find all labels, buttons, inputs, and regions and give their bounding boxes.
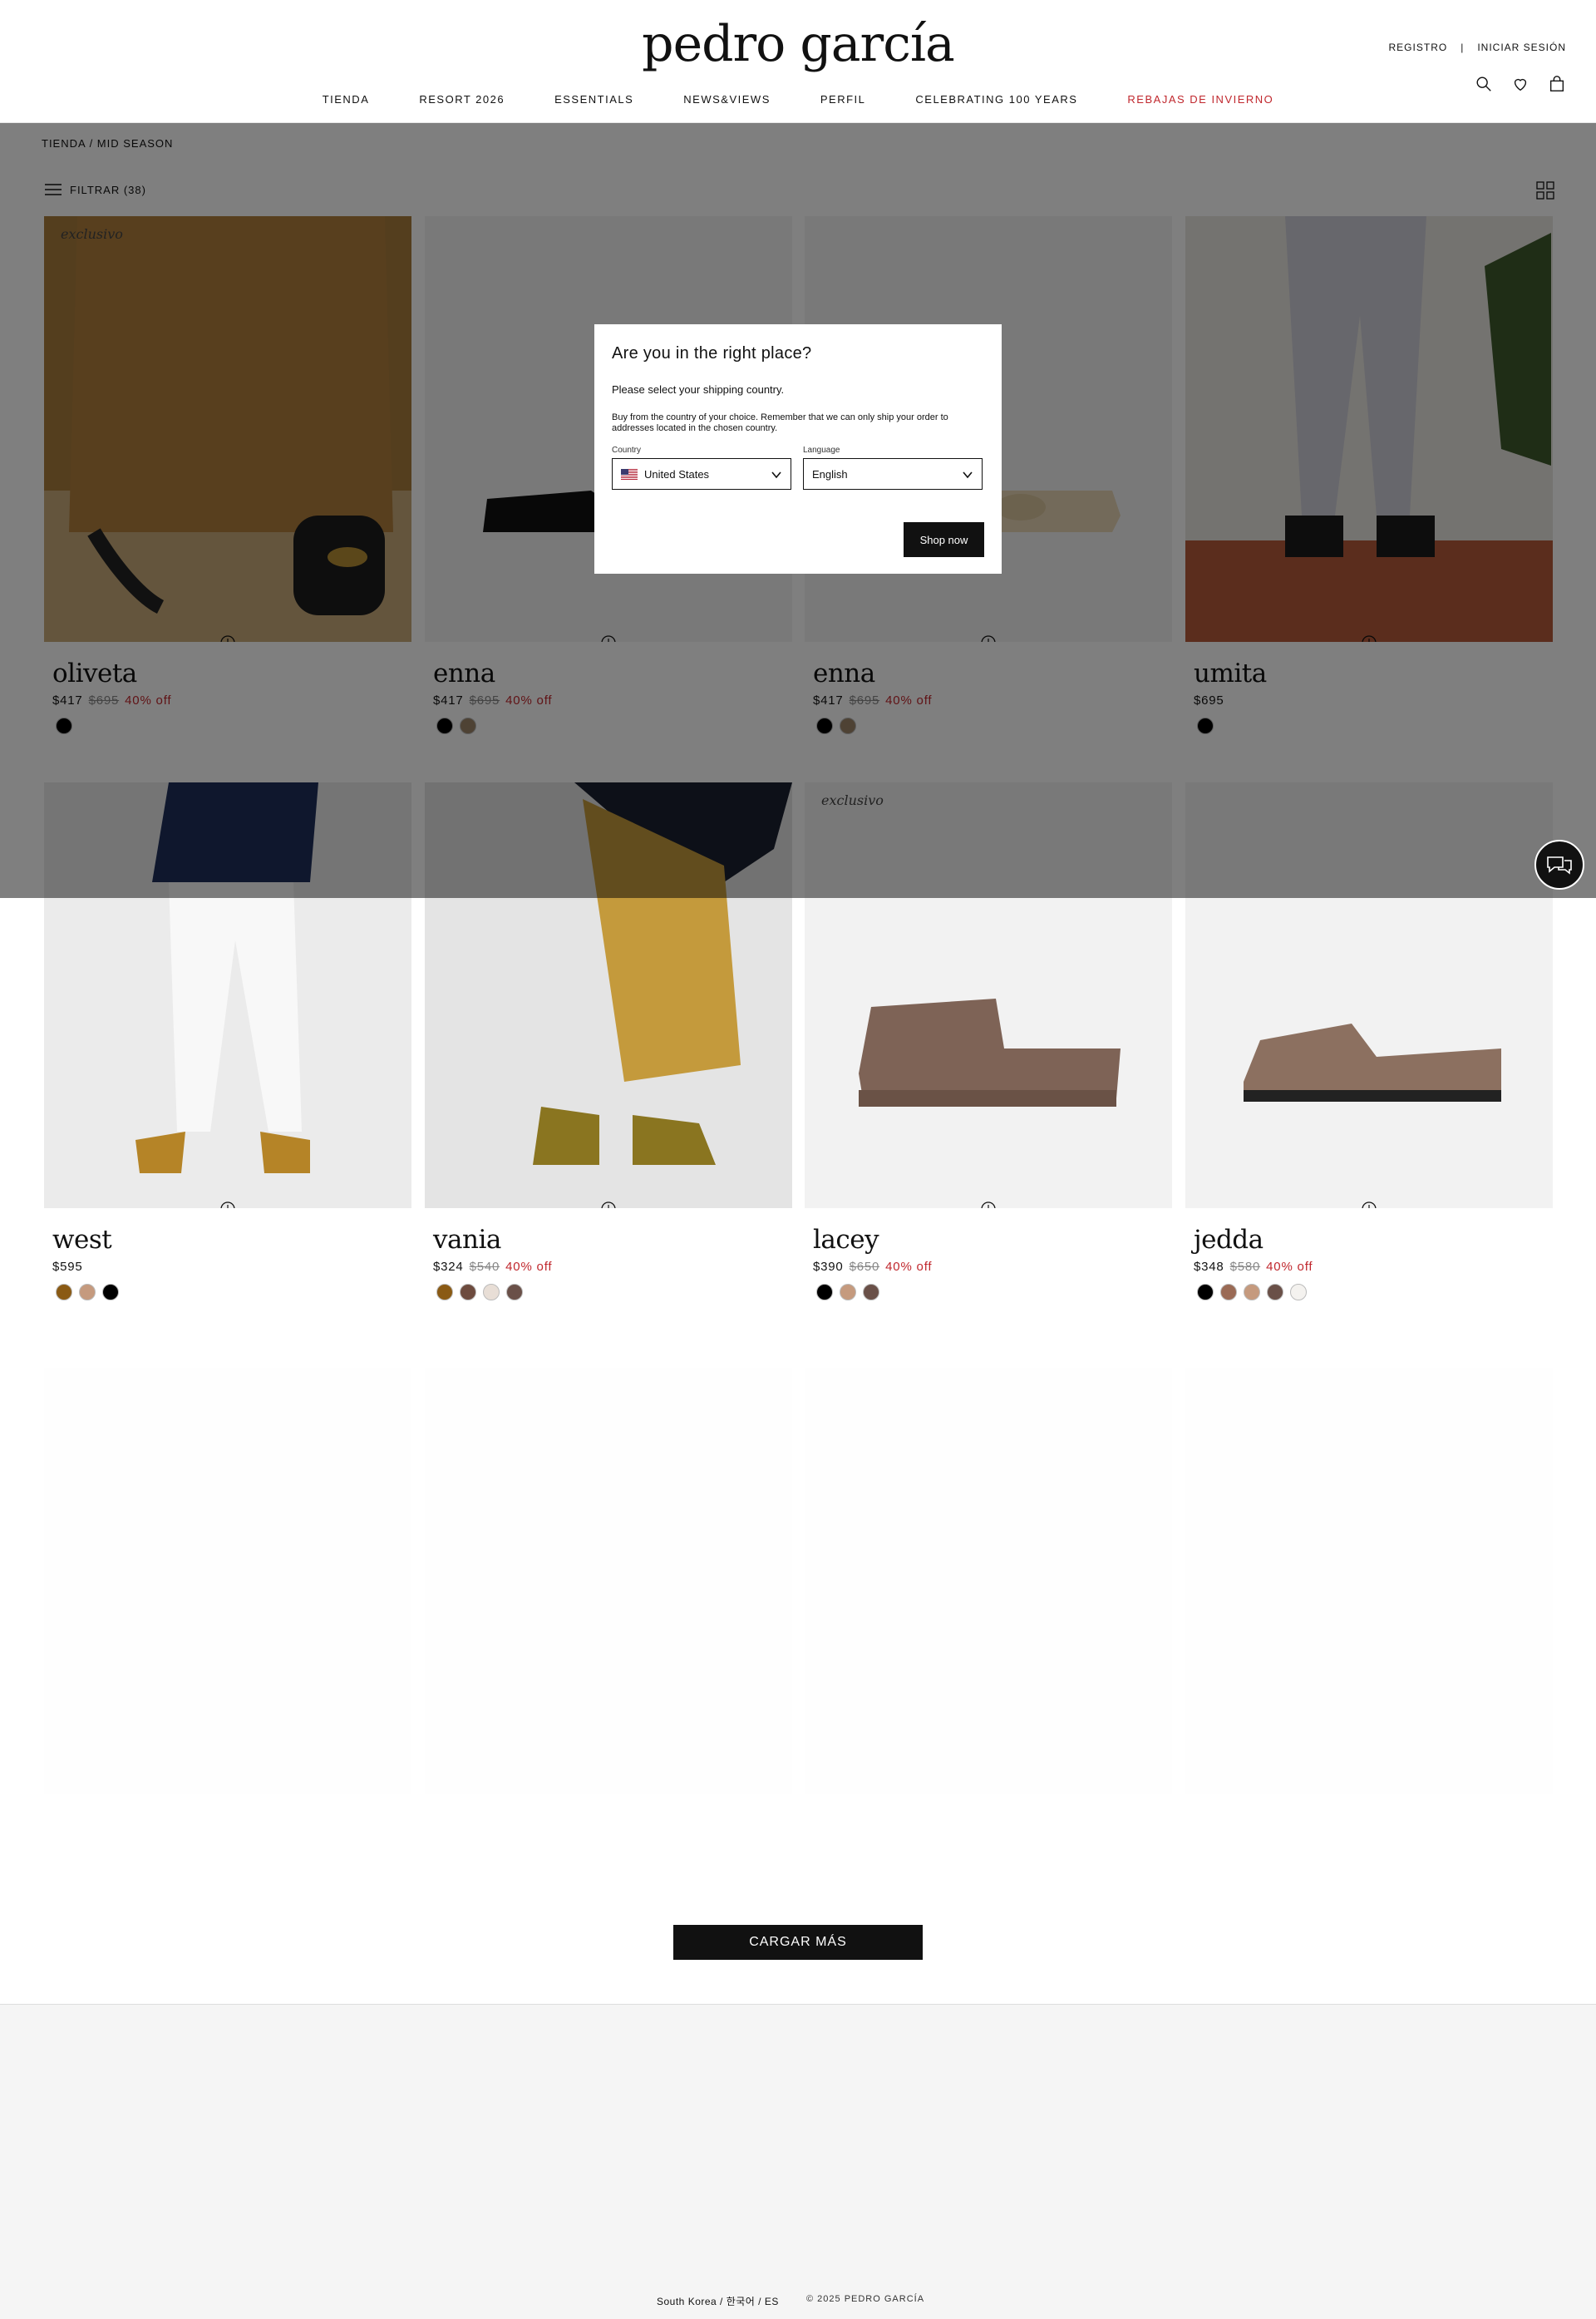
product-name[interactable]: lacey — [813, 1225, 1172, 1255]
product-name[interactable]: jedda — [1194, 1225, 1553, 1255]
shipping-country-modal: Are you in the right place? Please selec… — [594, 324, 1002, 574]
color-swatches — [816, 1284, 1172, 1300]
chat-bubbles-icon — [1547, 856, 1572, 875]
current-price: $324 — [433, 1260, 464, 1274]
color-swatches — [56, 1284, 411, 1300]
nav-perfil[interactable]: PERFIL — [820, 93, 866, 106]
product-card-loading — [44, 1368, 411, 1794]
color-swatch[interactable] — [506, 1284, 523, 1300]
color-swatch[interactable] — [79, 1284, 96, 1300]
modal-title: Are you in the right place? — [612, 344, 812, 363]
color-swatch[interactable] — [1197, 1284, 1214, 1300]
product-price: $324 $540 40% off — [433, 1260, 792, 1274]
color-swatch[interactable] — [102, 1284, 119, 1300]
quick-add-icon[interactable] — [219, 1201, 236, 1208]
color-swatch[interactable] — [1220, 1284, 1237, 1300]
country-value: United States — [644, 467, 710, 481]
product-image-placeholder — [1185, 1368, 1553, 1794]
language-field: Language English — [803, 446, 983, 490]
chevron-down-icon — [963, 471, 973, 479]
modal-fields: Country United States Language English — [612, 446, 984, 490]
nav-news-views[interactable]: NEWS&VIEWS — [683, 93, 771, 106]
country-field: Country United States — [612, 446, 791, 490]
product-price: $348 $580 40% off — [1194, 1260, 1553, 1274]
quick-add-icon[interactable] — [980, 1201, 997, 1208]
chevron-down-icon — [771, 471, 781, 479]
shop-now-button[interactable]: Shop now — [904, 522, 984, 557]
copyright: © 2025 PEDRO GARCÍA — [806, 2294, 925, 2304]
modal-subtitle: Please select your shipping country. — [612, 383, 785, 396]
product-image-placeholder — [425, 1368, 792, 1794]
original-price: $580 — [1229, 1260, 1261, 1274]
color-swatch[interactable] — [863, 1284, 879, 1300]
site-footer: South Korea / 한국어 / ES © 2025 PEDRO GARC… — [0, 2004, 1596, 2319]
load-more-button[interactable]: CARGAR MÁS — [673, 1925, 923, 1960]
product-image-placeholder — [44, 1368, 411, 1794]
discount-label: 40% off — [505, 1260, 553, 1274]
main-nav: TIENDA RESORT 2026 ESSENTIALS NEWS&VIEWS… — [0, 93, 1596, 106]
color-swatch[interactable] — [460, 1284, 476, 1300]
chat-button[interactable] — [1534, 840, 1584, 890]
country-label: Country — [612, 446, 642, 455]
color-swatches — [1197, 1284, 1553, 1300]
locale-selector[interactable]: South Korea / 한국어 / ES — [657, 2294, 779, 2308]
product-name[interactable]: west — [52, 1225, 411, 1255]
language-select[interactable]: English — [803, 458, 983, 490]
color-swatch[interactable] — [436, 1284, 453, 1300]
color-swatch[interactable] — [840, 1284, 856, 1300]
discount-label: 40% off — [885, 1260, 933, 1274]
language-value: English — [812, 467, 848, 481]
heart-icon[interactable] — [1511, 75, 1530, 93]
nav-rebajas-de-invierno[interactable]: REBAJAS DE INVIERNO — [1127, 93, 1273, 106]
quick-add-icon[interactable] — [1361, 1201, 1377, 1208]
quick-add-icon[interactable] — [600, 1201, 617, 1208]
language-label: Language — [803, 446, 840, 455]
site-header: pedro garcía REGISTRO | INICIAR SESIÓN T… — [0, 0, 1596, 123]
modal-note: Buy from the country of your choice. Rem… — [612, 412, 948, 433]
product-price: $390 $650 40% off — [813, 1260, 1172, 1274]
product-card-loading — [805, 1368, 1172, 1794]
color-swatch[interactable] — [1267, 1284, 1283, 1300]
original-price: $540 — [469, 1260, 500, 1274]
color-swatches — [436, 1284, 792, 1300]
product-name[interactable]: vania — [433, 1225, 792, 1255]
color-swatch[interactable] — [1290, 1284, 1307, 1300]
current-price: $390 — [813, 1260, 844, 1274]
country-select[interactable]: United States — [612, 458, 791, 490]
login-link[interactable]: INICIAR SESIÓN — [1477, 42, 1566, 53]
product-card-loading — [425, 1368, 792, 1794]
nav-tienda[interactable]: TIENDA — [323, 93, 370, 106]
original-price: $650 — [849, 1260, 880, 1274]
product-image-placeholder — [805, 1368, 1172, 1794]
register-link[interactable]: REGISTRO — [1389, 42, 1448, 53]
account-separator: | — [1461, 42, 1465, 53]
product-card-loading — [1185, 1368, 1553, 1794]
nav-essentials[interactable]: ESSENTIALS — [554, 93, 633, 106]
account-links: REGISTRO | INICIAR SESIÓN — [1389, 42, 1566, 53]
product-price: $595 — [52, 1260, 411, 1274]
current-price: $348 — [1194, 1260, 1224, 1274]
header-icons — [1475, 75, 1566, 93]
color-swatch[interactable] — [816, 1284, 833, 1300]
nav-resort-2026[interactable]: RESORT 2026 — [419, 93, 505, 106]
shopping-bag-icon[interactable] — [1548, 75, 1566, 93]
color-swatch[interactable] — [1244, 1284, 1260, 1300]
search-icon[interactable] — [1475, 75, 1493, 93]
current-price: $595 — [52, 1260, 83, 1274]
color-swatch[interactable] — [56, 1284, 72, 1300]
us-flag-icon — [621, 468, 638, 480]
discount-label: 40% off — [1266, 1260, 1313, 1274]
nav-celebrating-100-years[interactable]: CELEBRATING 100 YEARS — [915, 93, 1077, 106]
brand-logo[interactable]: pedro garcía — [0, 15, 1596, 73]
color-swatch[interactable] — [483, 1284, 500, 1300]
